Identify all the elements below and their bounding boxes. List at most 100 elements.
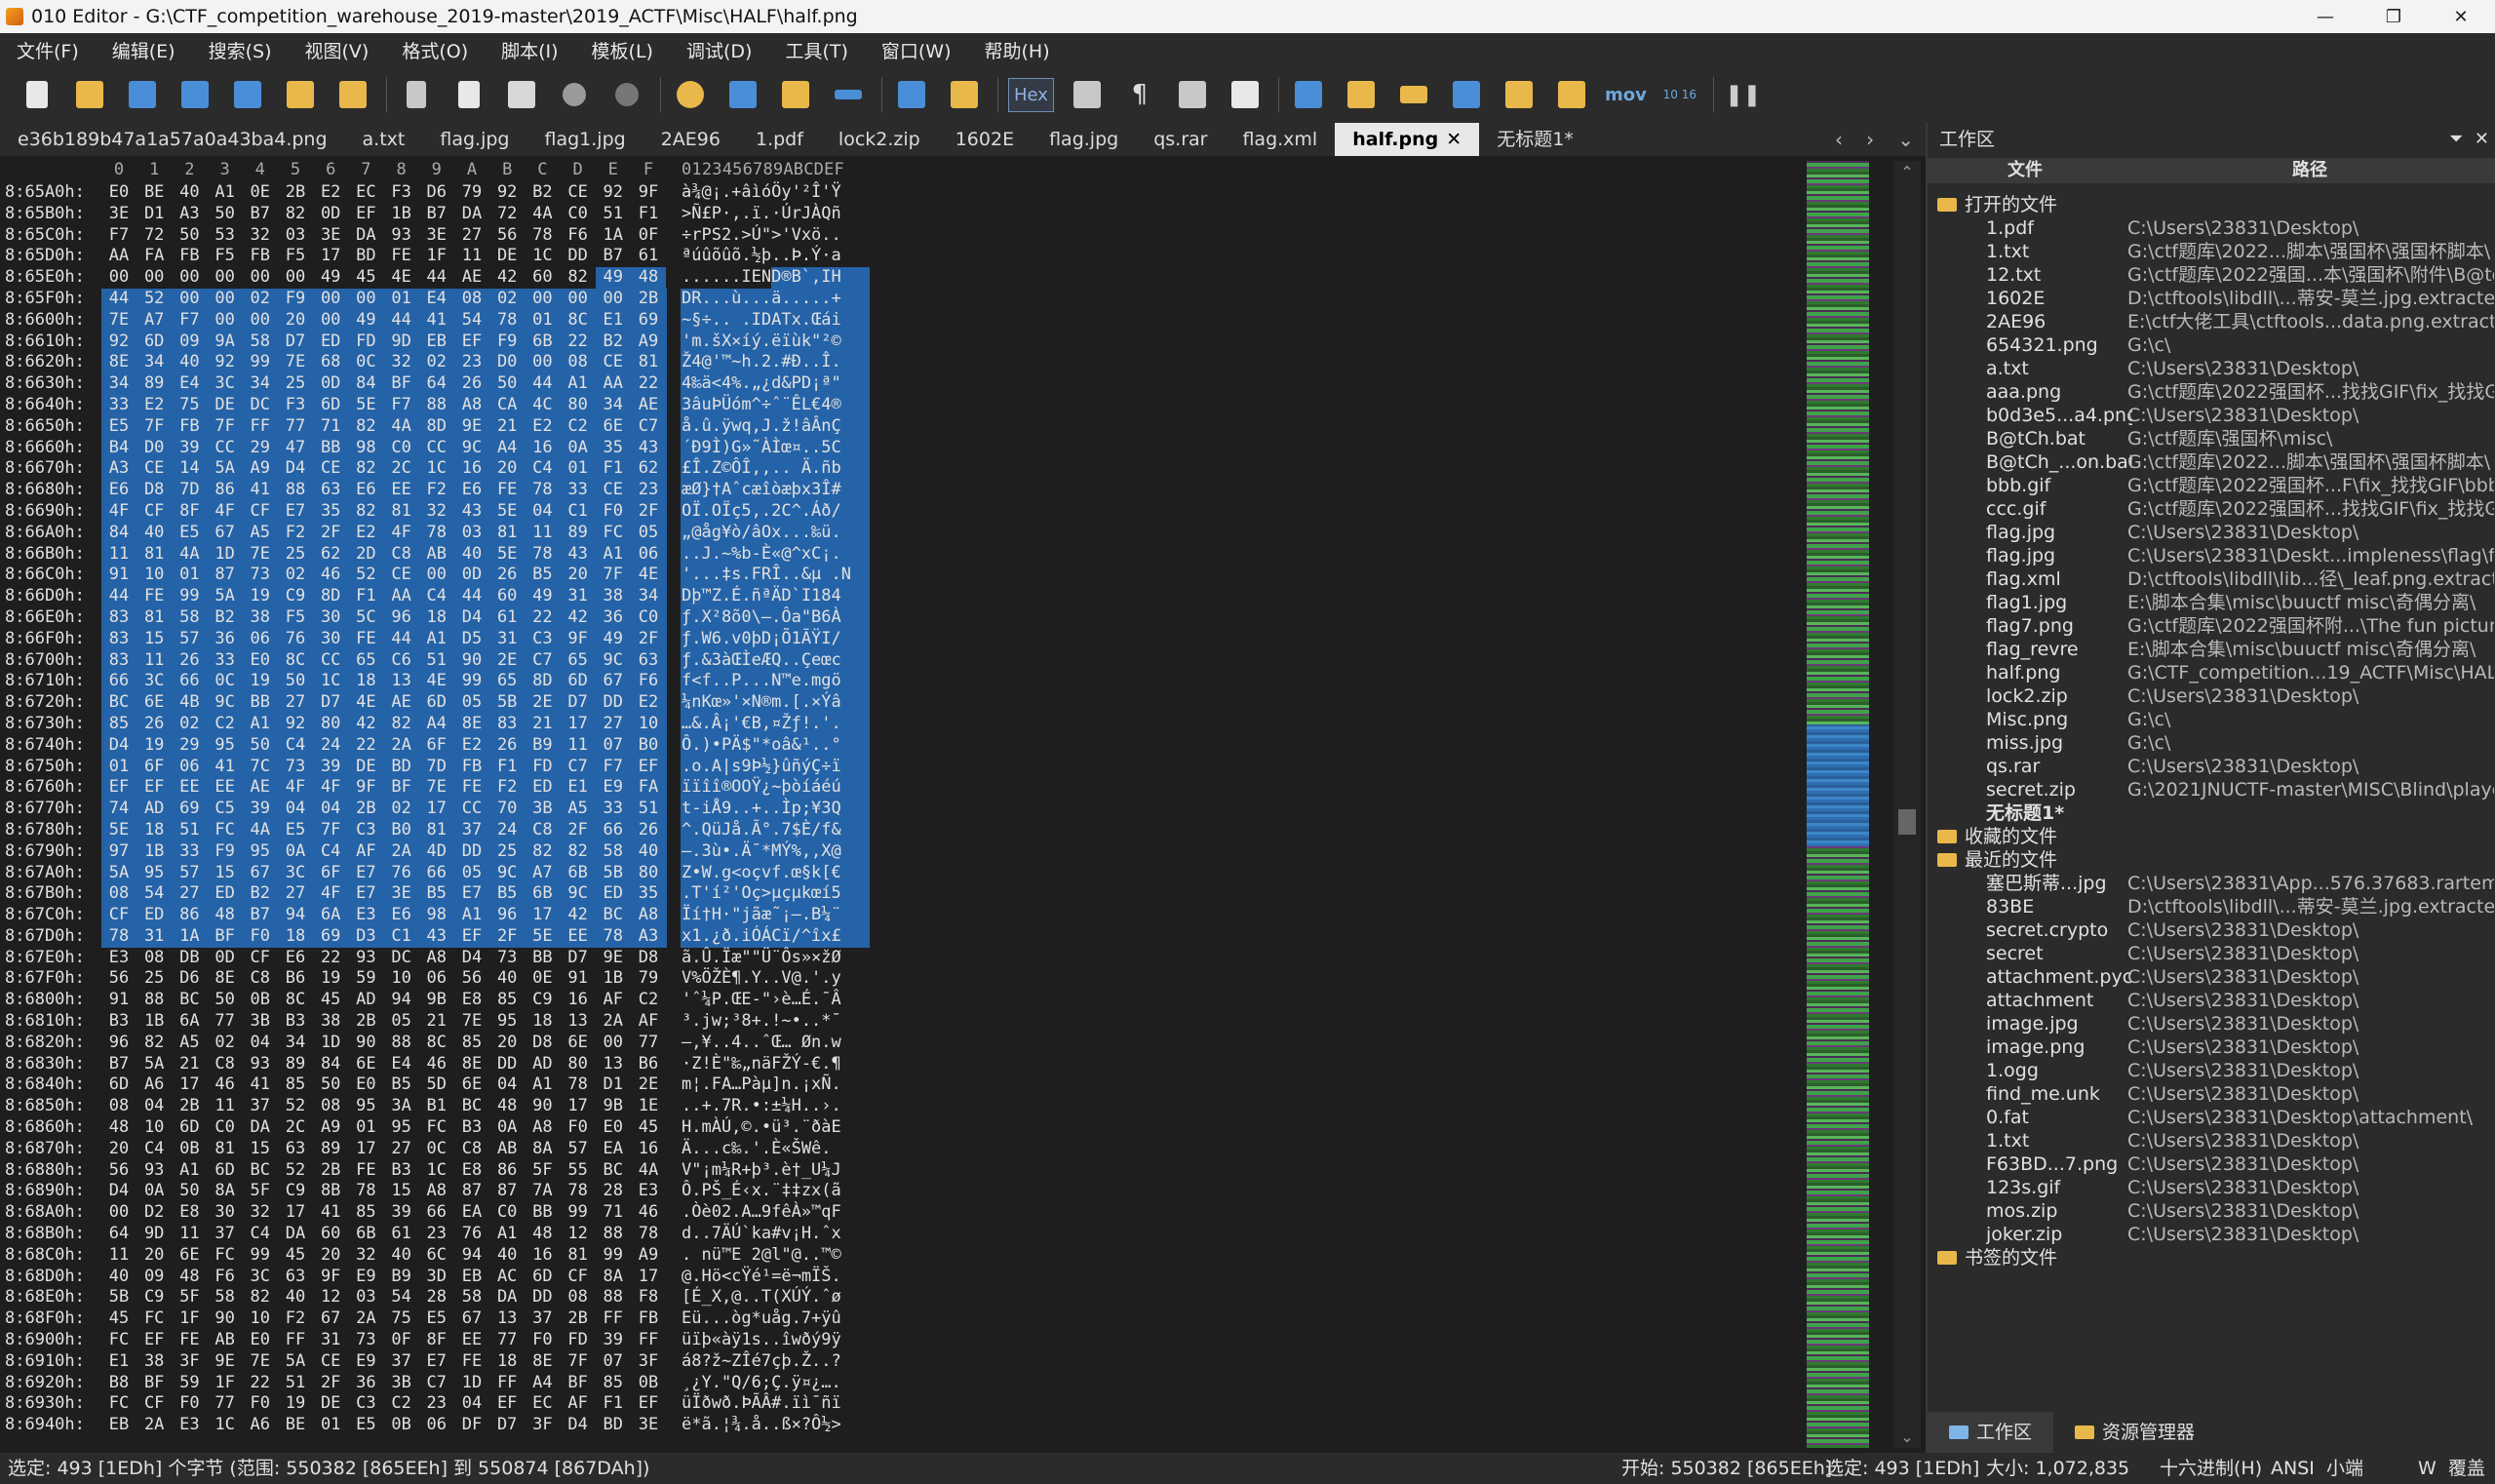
hex-byte[interactable]: 8E	[525, 1351, 560, 1371]
hex-byte[interactable]: 10	[384, 968, 419, 988]
row-text[interactable]: 4‰ä<4%.„¿d&PD¡ª"	[682, 373, 877, 393]
hex-byte[interactable]: 34	[278, 1033, 313, 1052]
hex-byte[interactable]: C8	[384, 544, 419, 564]
hex-byte[interactable]: E5	[101, 416, 136, 436]
hex-byte[interactable]: 78	[525, 225, 560, 245]
hex-byte[interactable]: 40	[384, 1245, 419, 1265]
checksum-icon[interactable]	[1552, 75, 1591, 114]
hex-byte[interactable]: 08	[136, 948, 172, 967]
hex-byte[interactable]: 91	[561, 968, 596, 988]
hex-byte[interactable]: B9	[384, 1267, 419, 1286]
hex-byte[interactable]: 82	[136, 1033, 172, 1052]
col-path[interactable]: 路径	[2123, 158, 2495, 183]
hex-byte[interactable]: 00	[525, 352, 560, 371]
hex-byte[interactable]: 74	[101, 799, 136, 818]
hex-byte[interactable]: 0A	[278, 841, 313, 861]
workspace-file-item[interactable]: secret C:\Users\23831\Desktop\	[1928, 942, 2495, 965]
hex-byte[interactable]: 19	[243, 671, 278, 690]
row-text[interactable]: ïïîî®OOŸ¿~þòíáéú	[682, 777, 877, 797]
hex-byte[interactable]: 10	[136, 565, 172, 584]
hex-byte[interactable]: E4	[172, 373, 207, 393]
hex-byte[interactable]: 9F	[561, 629, 596, 648]
hex-byte[interactable]: 17	[561, 714, 596, 733]
hex-byte[interactable]: 21	[172, 1054, 207, 1074]
hex-byte[interactable]: 90	[525, 1096, 560, 1115]
hex-byte[interactable]: 00	[208, 267, 243, 287]
hex-byte[interactable]: 7E	[101, 310, 136, 330]
hex-byte[interactable]: 23	[631, 480, 666, 499]
hex-row[interactable]: 8:68B0h: 64 9D 11 37 C4 DA 60 6B 61 23 76 A1 48 12 88 78…	[0, 1224, 887, 1245]
hex-byte[interactable]: 71	[313, 416, 348, 436]
hex-byte[interactable]: 11	[172, 1224, 207, 1243]
hex-byte[interactable]: 2F	[631, 629, 666, 648]
hex-byte[interactable]: 17	[172, 1074, 207, 1094]
hex-byte[interactable]: 2E	[489, 650, 525, 670]
hex-byte[interactable]: B0	[384, 820, 419, 840]
row-text[interactable]: Ô.)•PÄ$"*oâ&¹..°	[682, 735, 877, 755]
hex-byte[interactable]: 93	[348, 948, 383, 967]
hex-byte[interactable]: EF	[101, 777, 136, 797]
columns-icon[interactable]	[1173, 75, 1212, 114]
hex-byte[interactable]: CF	[136, 1393, 172, 1413]
hex-byte[interactable]: 21	[419, 1011, 454, 1031]
hex-byte[interactable]: 59	[348, 968, 383, 988]
hex-byte[interactable]: FB	[243, 246, 278, 265]
col-file[interactable]: 文件	[1928, 158, 2123, 183]
hex-byte[interactable]: 36	[208, 629, 243, 648]
scroll-up-icon[interactable]: ⌃	[1893, 163, 1921, 181]
hex-row[interactable]: 8:6930h: FC CF F0 77 F0 19 DE C3 C2 23 04 EF EC AF F1 EF…	[0, 1393, 887, 1415]
hex-byte[interactable]: 9F	[631, 182, 666, 202]
hex-byte[interactable]: BF	[384, 373, 419, 393]
hex-byte[interactable]: 37	[525, 1308, 560, 1328]
histogram-icon[interactable]	[1447, 75, 1486, 114]
hex-byte[interactable]: 86	[208, 480, 243, 499]
hex-byte[interactable]: 9C	[454, 438, 489, 457]
hex-byte[interactable]: 6E	[561, 1033, 596, 1052]
row-text[interactable]: ÷rPS2.>Ú">'Vxö..	[682, 225, 877, 245]
hex-byte[interactable]: 79	[631, 968, 666, 988]
hex-byte[interactable]: 30	[313, 607, 348, 627]
hex-byte[interactable]: BF	[561, 1373, 596, 1392]
hex-byte[interactable]: F1	[348, 586, 383, 605]
hex-byte[interactable]: 60	[525, 267, 560, 287]
hex-byte[interactable]: 18	[136, 820, 172, 840]
hex-byte[interactable]: 88	[278, 480, 313, 499]
hex-byte[interactable]: 04	[313, 799, 348, 818]
hex-byte[interactable]: 44	[454, 586, 489, 605]
hex-row[interactable]: 8:65D0h: AA FA FB F5 FB F5 17 BD FE 1F 11 DE 1C DD B7 61…	[0, 246, 887, 267]
hex-byte[interactable]: AF	[631, 1011, 666, 1031]
hex-byte[interactable]: 14	[172, 458, 207, 478]
workspace-file-item[interactable]: 1.txt G:\ctf题库\2022...脚本\强国杯\强国杯脚本\	[1928, 240, 2495, 263]
hex-byte[interactable]: 38	[313, 1011, 348, 1031]
hex-byte[interactable]: 91	[101, 990, 136, 1009]
hex-byte[interactable]: EE	[384, 480, 419, 499]
hex-byte[interactable]: E2	[631, 692, 666, 712]
hex-byte[interactable]: 92	[596, 182, 631, 202]
hex-byte[interactable]: 63	[278, 1267, 313, 1286]
hex-byte[interactable]: 05	[454, 863, 489, 882]
hex-byte[interactable]: 92	[101, 332, 136, 351]
hex-byte[interactable]: A5	[243, 523, 278, 542]
hex-byte[interactable]: 85	[101, 714, 136, 733]
hex-byte[interactable]: 7E	[278, 352, 313, 371]
row-text[interactable]: 'm.šX×íý.ëïùk"²©	[682, 332, 877, 351]
hex-byte[interactable]: 99	[561, 1202, 596, 1222]
hex-byte[interactable]: 8E	[208, 968, 243, 988]
hex-byte[interactable]: 38	[136, 1351, 172, 1371]
hex-byte[interactable]: 82	[348, 501, 383, 521]
hex-byte[interactable]: EC	[525, 1393, 560, 1413]
hex-row[interactable]: 8:66C0h: 91 10 01 87 73 02 46 52 CE 00 0D 26 B5 20 7F 4E…	[0, 565, 887, 587]
hex-byte[interactable]: 6D	[172, 1117, 207, 1137]
hex-byte[interactable]: FC	[419, 1117, 454, 1137]
hex-byte[interactable]: D6	[419, 182, 454, 202]
hex-byte[interactable]: E4	[419, 289, 454, 308]
menu-item[interactable]: 视图(V)	[289, 37, 386, 63]
hex-byte[interactable]: 6C	[419, 1245, 454, 1265]
hex-byte[interactable]: F1	[596, 458, 631, 478]
file-tab[interactable]: lock2.zip	[821, 123, 938, 156]
row-text[interactable]: Eü...òg*uåg.7+ÿû	[682, 1308, 877, 1328]
hex-byte[interactable]: 83	[101, 629, 136, 648]
hex-byte[interactable]: FE	[489, 480, 525, 499]
hex-byte[interactable]: E6	[454, 480, 489, 499]
workspace-file-item[interactable]: 0.fat C:\Users\23831\Desktop\attachment\	[1928, 1106, 2495, 1129]
